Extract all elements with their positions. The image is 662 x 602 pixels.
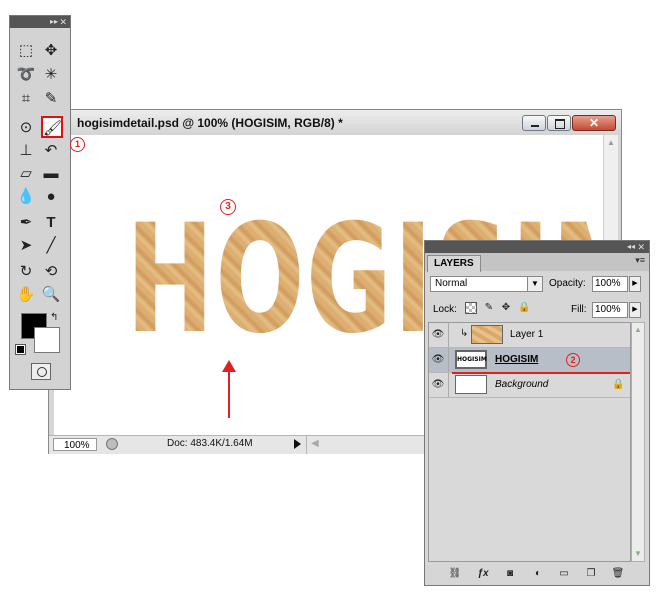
layer-thumbnail <box>455 375 487 394</box>
magic-wand-icon[interactable]: ✳ <box>40 64 62 86</box>
divider <box>448 373 449 397</box>
clone-stamp-icon[interactable]: ⊥ <box>15 140 37 162</box>
lock-label: Lock: <box>433 304 457 315</box>
type-icon[interactable]: T <box>40 212 62 234</box>
collapse-icon[interactable]: ▸▸ <box>50 16 58 28</box>
layer-name: HOGISIM <box>495 354 539 365</box>
layer-row-background[interactable]: 👁 Background 🔒 <box>429 373 630 398</box>
path-selection-icon[interactable]: ➤ <box>15 235 37 257</box>
panel-menu-icon[interactable]: ▾≡ <box>635 255 645 266</box>
minimize-button[interactable] <box>522 115 546 131</box>
gradient-icon[interactable]: ▬ <box>40 163 62 185</box>
lock-position-icon[interactable]: ✥ <box>500 302 512 314</box>
lock-transparent-icon[interactable] <box>465 302 477 314</box>
fill-field[interactable]: 100% <box>592 302 628 318</box>
mask-icon[interactable]: ◙ <box>502 567 518 581</box>
status-divider <box>306 436 307 454</box>
document-title: hogisimdetail.psd @ 100% (HOGISIM, RGB/8… <box>77 116 343 130</box>
adjustment-icon[interactable]: ◐ <box>530 567 546 581</box>
dodge-icon[interactable]: ● <box>40 186 62 208</box>
opacity-label: Opacity: <box>549 278 586 289</box>
history-brush-icon[interactable]: ↶ <box>40 140 62 162</box>
close-button[interactable]: ✕ <box>572 115 616 131</box>
tools-panel-header[interactable]: ▸▸ ✕ <box>10 16 70 28</box>
annotation-marker-1: 1 <box>70 137 85 152</box>
layers-panel: ◂◂ ✕ LAYERS ▾≡ Normal ▼ Opacity: 100% ▶ … <box>424 240 650 586</box>
spot-healing-icon[interactable]: ⊙ <box>15 117 37 139</box>
clipping-arrow-icon: ↳ <box>460 328 469 339</box>
status-info-icon[interactable] <box>106 438 118 450</box>
divider <box>448 348 449 372</box>
layer-row-layer1[interactable]: 👁 ↳ Layer 1 <box>429 323 630 348</box>
layers-footer: ⛓ ƒx ◙ ◐ ▭ ❐ 🗑 <box>425 563 649 585</box>
fill-slider-arrow-icon[interactable]: ▶ <box>629 302 641 318</box>
fx-icon[interactable]: ƒx <box>475 567 491 581</box>
quick-mask-button[interactable] <box>31 363 51 380</box>
swap-colors-icon[interactable]: ↰ <box>50 312 58 323</box>
blend-mode-select[interactable]: Normal ▼ <box>430 276 543 292</box>
zoom-icon[interactable]: 🔍 <box>40 284 62 306</box>
document-title-bar[interactable]: hogisimdetail.psd @ 100% (HOGISIM, RGB/8… <box>49 110 621 135</box>
annotation-marker-3: 3 <box>220 199 236 215</box>
layer-name: Layer 1 <box>510 329 544 340</box>
group-icon[interactable]: ▭ <box>556 567 572 581</box>
status-menu-arrow-icon[interactable] <box>294 439 301 449</box>
tab-layers[interactable]: LAYERS <box>427 255 481 272</box>
lock-pixels-icon[interactable]: ✎ <box>483 302 495 314</box>
layer-thumbnail: HOGISIM <box>455 350 487 369</box>
tools-panel: ▸▸ ✕ ⬚ ✥ ➰ ✳ ⌗ ✎ ⊙ 🖌 ⊥ ↶ ▱ ▬ 💧 ● ✒ T ➤ ╱… <box>9 15 71 390</box>
brush-icon[interactable]: 🖌 <box>41 116 63 138</box>
annotation-marker-2: 2 <box>566 353 580 367</box>
trash-icon[interactable]: 🗑 <box>610 567 626 581</box>
layers-panel-header[interactable]: ◂◂ ✕ <box>425 241 649 253</box>
layer-row-hogisim[interactable]: 👁 HOGISIM HOGISIM <box>429 348 630 373</box>
scroll-up-icon[interactable]: ▲ <box>606 137 616 149</box>
layers-tab-bar: LAYERS ▾≡ <box>425 253 649 272</box>
marquee-icon[interactable]: ⬚ <box>15 40 37 62</box>
background-color-swatch[interactable] <box>34 327 60 353</box>
zoom-level-field[interactable]: 100% <box>53 438 97 451</box>
move-icon[interactable]: ✥ <box>40 40 62 62</box>
line-icon[interactable]: ╱ <box>40 235 62 257</box>
scroll-down-icon[interactable]: ▼ <box>633 548 643 560</box>
chevron-down-icon[interactable]: ▼ <box>527 277 542 291</box>
layer-list: 👁 ↳ Layer 1 👁 HOGISIM HOGISIM 👁 Backgrou… <box>428 322 631 562</box>
layer-thumbnail <box>471 325 503 344</box>
blur-icon[interactable]: 💧 <box>15 186 37 208</box>
scroll-left-icon[interactable]: ◀ <box>311 438 319 449</box>
layers-scrollbar[interactable]: ▲ ▼ <box>631 322 645 562</box>
scroll-up-icon[interactable]: ▲ <box>633 324 643 336</box>
annotation-arrow-line <box>228 364 230 418</box>
collapse-icon[interactable]: ◂◂ <box>627 241 635 253</box>
maximize-button[interactable] <box>547 115 571 131</box>
lock-icon: 🔒 <box>612 379 625 390</box>
close-icon[interactable]: ✕ <box>59 16 67 28</box>
opacity-field[interactable]: 100% <box>592 276 628 292</box>
annotation-underline <box>452 372 630 374</box>
eye-icon[interactable]: 👁 <box>431 353 445 366</box>
link-icon[interactable]: ⛓ <box>447 567 463 581</box>
3d-rotate-icon[interactable]: ⟲ <box>40 261 62 283</box>
layer-name: Background <box>495 379 549 390</box>
pen-icon[interactable]: ✒ <box>15 212 37 234</box>
eye-icon[interactable]: 👁 <box>431 328 445 341</box>
eye-icon[interactable]: 👁 <box>431 378 445 391</box>
eyedropper-icon[interactable]: ✎ <box>40 88 62 110</box>
default-colors-icon[interactable] <box>15 344 26 355</box>
opacity-slider-arrow-icon[interactable]: ▶ <box>629 276 641 292</box>
close-icon[interactable]: ✕ <box>637 241 645 253</box>
document-size-info: Doc: 483.4K/1.64M <box>167 438 253 449</box>
lock-all-icon[interactable]: 🔒 <box>518 302 530 314</box>
new-layer-icon[interactable]: ❐ <box>583 567 599 581</box>
blend-mode-value: Normal <box>435 278 468 289</box>
eraser-icon[interactable]: ▱ <box>15 163 37 185</box>
hand-icon[interactable]: ✋ <box>15 284 37 306</box>
crop-icon[interactable]: ⌗ <box>15 88 37 110</box>
divider <box>448 323 449 347</box>
rotate-view-icon[interactable]: ↻ <box>15 261 37 283</box>
close-icon: ✕ <box>588 116 600 130</box>
lasso-icon[interactable]: ➰ <box>15 64 37 86</box>
fill-label: Fill: <box>571 304 587 315</box>
